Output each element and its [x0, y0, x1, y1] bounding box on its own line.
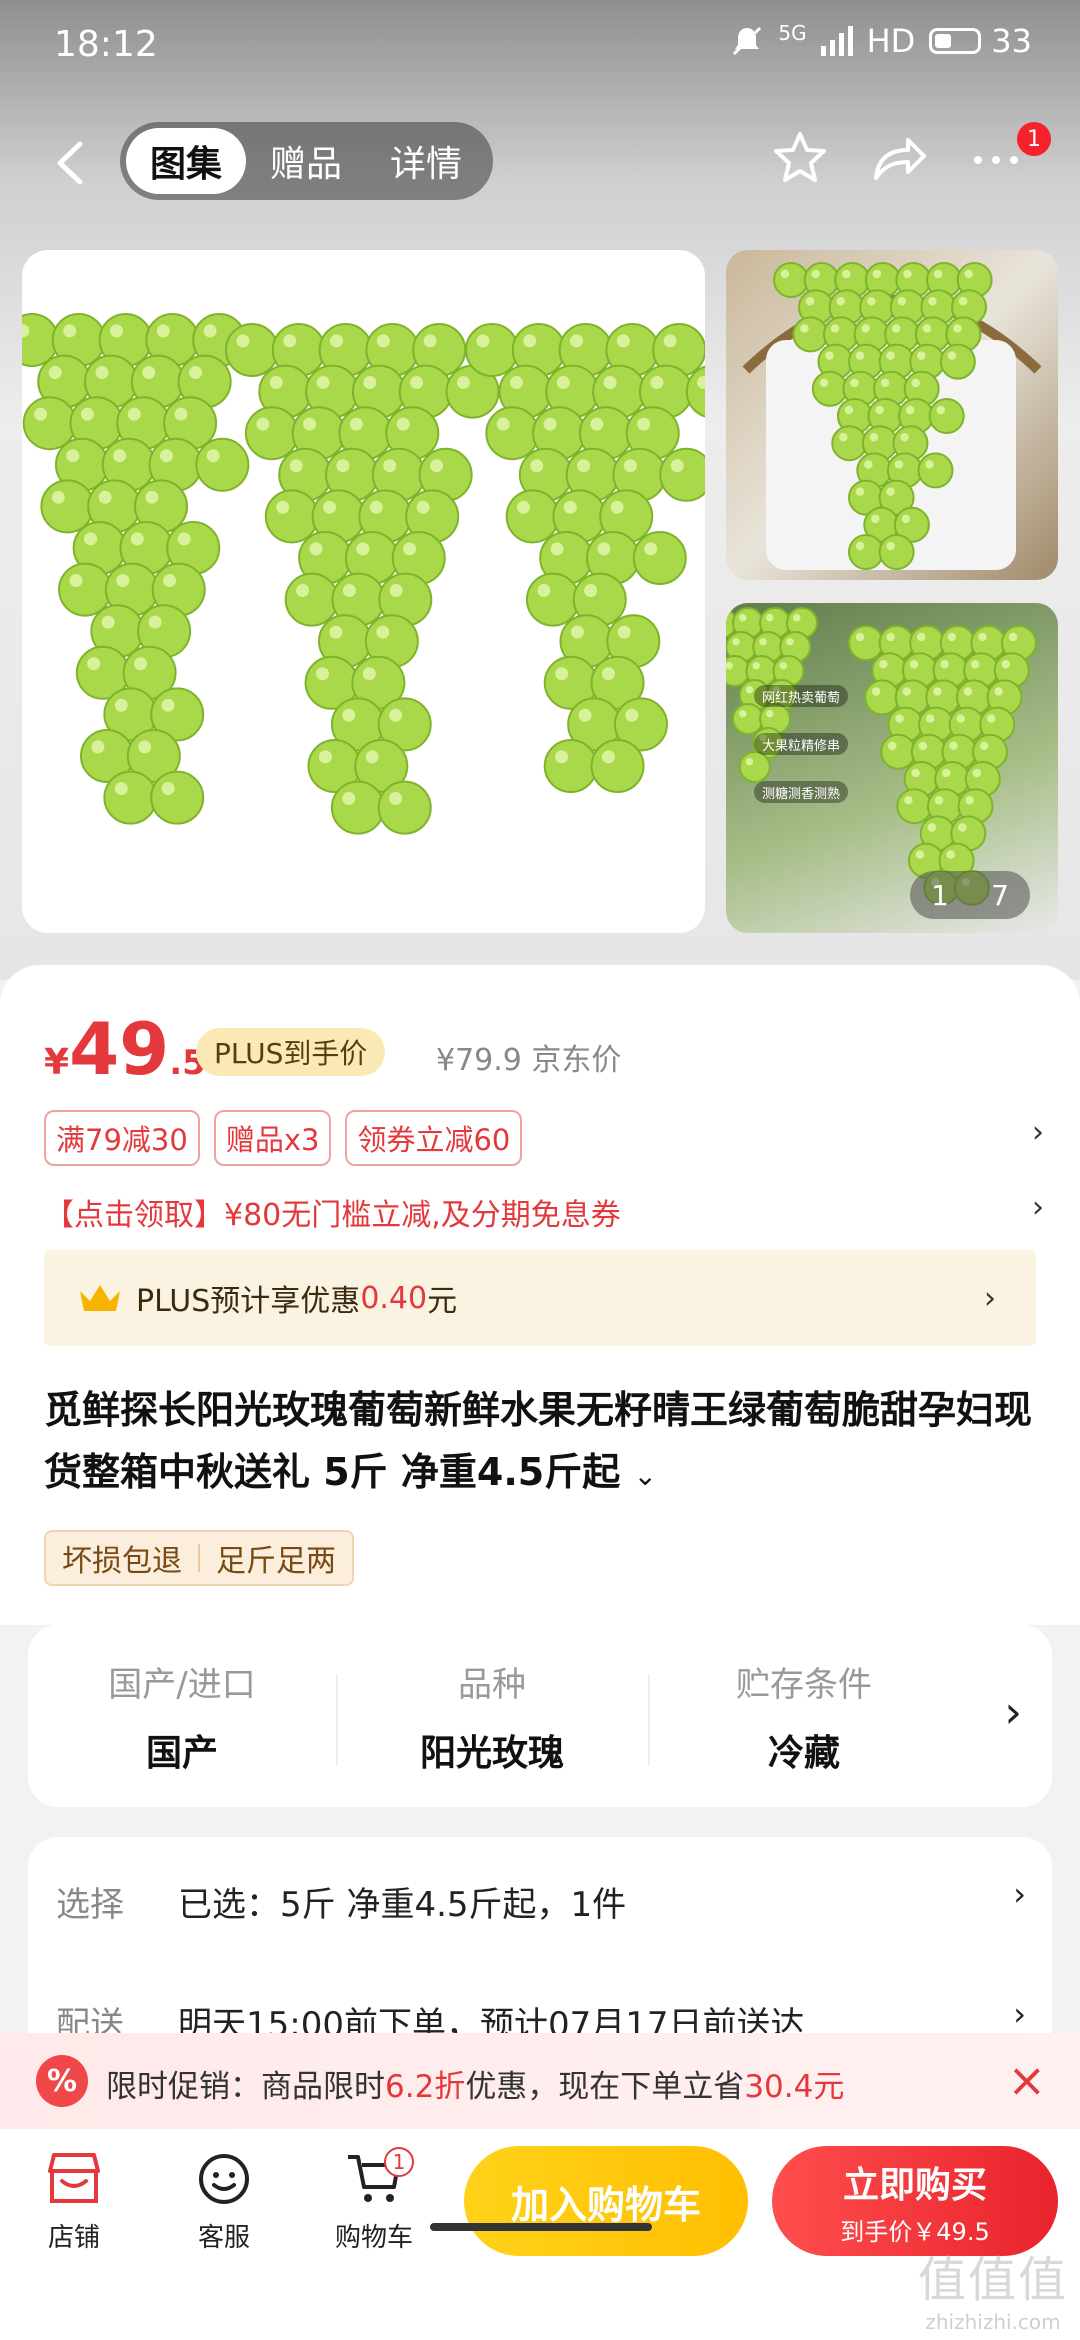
select-value: 已选：5斤 净重4.5斤起，1件	[178, 1885, 627, 1925]
battery-level: 33	[991, 22, 1032, 60]
share-icon[interactable]	[868, 128, 928, 188]
tab-gifts[interactable]: 赠品	[246, 128, 366, 194]
cart-count-badge: 1	[384, 2147, 414, 2177]
tab-details[interactable]: 详情	[366, 128, 486, 194]
spec-variety: 品种 阳光玫瑰	[342, 1625, 642, 1807]
tab-gallery[interactable]: 图集	[126, 128, 246, 194]
home-indicator[interactable]	[430, 2223, 652, 2231]
spec-value: 阳光玫瑰	[419, 1732, 564, 1774]
select-label: 选择	[56, 1885, 124, 1925]
plus-price-tag: PLUS到手价	[196, 1028, 386, 1076]
mute-icon	[730, 24, 764, 58]
jd-original-price: ¥79.9 京东价	[436, 1043, 622, 1078]
spec-value: 冷藏	[767, 1732, 840, 1774]
currency-symbol: ¥	[44, 1042, 70, 1083]
plus-bar-suffix: 元	[427, 1284, 458, 1319]
promo-discount: 6.2折	[385, 2069, 466, 2105]
add-to-cart-button[interactable]: 加入购物车	[464, 2146, 748, 2256]
chevron-right-icon[interactable]: ›	[1032, 1190, 1044, 1225]
hd-indicator: HD	[866, 22, 916, 60]
customer-service-button[interactable]: 客服	[164, 2151, 284, 2254]
cart-label: 购物车	[334, 2223, 413, 2253]
main-product-image[interactable]	[22, 250, 705, 933]
promotion-tags[interactable]: 满79减30 赠品x3 领券立减60	[44, 1110, 523, 1166]
service-tag: 坏损包退	[62, 1544, 182, 1579]
grape-bunches-illustration	[22, 313, 705, 835]
promo-tag[interactable]: 赠品x3	[213, 1110, 332, 1166]
spec-value: 国产	[145, 1732, 218, 1774]
more-notification-badge: 1	[1017, 122, 1051, 156]
promo-save: 30.4元	[744, 2069, 845, 2105]
network-type: 5G	[778, 21, 807, 45]
watermark-logo: 值值值	[917, 2252, 1068, 2308]
shop-label: 店铺	[47, 2223, 100, 2253]
divider	[648, 1675, 650, 1765]
discount-percent-icon: %	[36, 2055, 88, 2107]
battery-icon: 33	[929, 22, 1032, 60]
plus-bar-amount: 0.40	[360, 1280, 428, 1316]
feature-tag: 测糖测香测熟	[754, 781, 849, 803]
plus-discount-bar[interactable]: PLUS预计享优惠 0.40 元 ›	[44, 1250, 1036, 1346]
page-total: 7	[991, 878, 1009, 912]
limited-promotion-banner[interactable]: % 限时促销：商品限时6.2折优惠，现在下单立省30.4元 ×	[0, 2033, 1080, 2129]
promo-tag[interactable]: 满79减30	[44, 1110, 200, 1166]
bottom-action-bar: 店铺 客服 购物车 1 加入购物车 立即购买 到手价￥49.5 值值值 zhiz…	[0, 2129, 1080, 2340]
cart-button[interactable]: 购物车 1	[314, 2147, 434, 2254]
service-guarantee-tags[interactable]: 坏损包退 足斤足两	[44, 1530, 354, 1586]
back-icon[interactable]	[50, 138, 90, 188]
divider	[336, 1675, 338, 1765]
spec-label: 国产/进口	[108, 1664, 256, 1705]
status-time: 18:12	[54, 24, 158, 65]
service-tag: 足斤足两	[216, 1544, 336, 1579]
spec-label: 贮存条件	[736, 1664, 872, 1705]
page-current: 1	[931, 878, 949, 912]
feature-tag: 大果粒精修串	[754, 733, 849, 755]
thumbnail-image-1[interactable]	[726, 250, 1058, 580]
gallery-page-indicator: 1 7	[910, 871, 1030, 919]
signal-icon	[820, 26, 853, 56]
chevron-right-icon: ›	[984, 1280, 996, 1316]
chevron-right-icon[interactable]: ›	[1013, 1995, 1026, 2033]
plus-bar-prefix: PLUS预计享优惠	[136, 1284, 361, 1319]
price-display: ¥ 49 .5	[44, 1013, 206, 1085]
chevron-down-icon[interactable]: ⌄	[633, 1459, 656, 1492]
buy-now-label: 立即购买	[842, 2164, 987, 2206]
favorite-star-icon[interactable]	[770, 128, 830, 188]
shop-button[interactable]: 店铺	[14, 2151, 134, 2254]
customer-service-label: 客服	[197, 2223, 250, 2253]
coupon-claim-link[interactable]: 【点击领取】¥80无门槛立减,及分期免息券	[44, 1190, 621, 1234]
feature-tag: 网红热卖葡萄	[754, 685, 849, 707]
crown-icon	[80, 1285, 120, 1311]
thumbnail-image-2[interactable]: 网红热卖葡萄 大果粒精修串 测糖测香测熟 1 7	[726, 603, 1058, 933]
gallery-tab-switcher: 图集 赠品 详情	[120, 122, 493, 200]
chevron-right-icon[interactable]: ›	[1004, 1687, 1022, 1738]
spec-label: 品种	[458, 1664, 526, 1705]
spec-storage: 贮存条件 冷藏	[654, 1625, 954, 1807]
grapes-in-basket-illustration	[742, 262, 1042, 570]
product-info-card: ¥ 49 .5 PLUS到手价 ¥79.9 京东价 满79减30 赠品x3 领券…	[0, 965, 1080, 1625]
chevron-right-icon[interactable]: ›	[1032, 1115, 1044, 1150]
product-title[interactable]: 觅鲜探长阳光玫瑰葡萄新鲜水果无籽晴王绿葡萄脆甜孕妇现货整箱中秋送礼 5斤 净重4…	[44, 1379, 1044, 1507]
promo-text-b: 优惠，现在下单立省	[465, 2069, 745, 2105]
watermark: 值值值 zhizhizhi.com	[918, 2240, 1068, 2334]
gallery-header-area: 18:12 5G HD 33 图集 赠品 详情 1 网红热卖葡萄 大果粒精修串 …	[0, 0, 1080, 980]
spec-origin: 国产/进口 国产	[32, 1625, 332, 1807]
watermark-domain: zhizhizhi.com	[925, 2310, 1061, 2334]
price-integer: 49	[69, 1007, 170, 1091]
promo-tag[interactable]: 领券立减60	[345, 1110, 523, 1166]
customer-service-icon	[199, 2154, 249, 2204]
promo-text-a: 限时促销：商品限时	[106, 2069, 385, 2105]
chevron-right-icon[interactable]: ›	[1013, 1875, 1026, 1913]
shop-icon	[48, 2153, 100, 2203]
status-bar: 18:12 5G HD 33	[0, 0, 1080, 96]
product-title-text: 觅鲜探长阳光玫瑰葡萄新鲜水果无籽晴王绿葡萄脆甜孕妇现货整箱中秋送礼 5斤 净重4…	[44, 1388, 1033, 1494]
product-spec-card[interactable]: 国产/进口 国产 品种 阳光玫瑰 贮存条件 冷藏 ›	[28, 1625, 1052, 1807]
close-icon[interactable]: ×	[1007, 2053, 1046, 2107]
status-icons: 5G HD 33	[730, 21, 1032, 60]
promotion-text: 限时促销：商品限时6.2折优惠，现在下单立省30.4元	[106, 2061, 844, 2106]
